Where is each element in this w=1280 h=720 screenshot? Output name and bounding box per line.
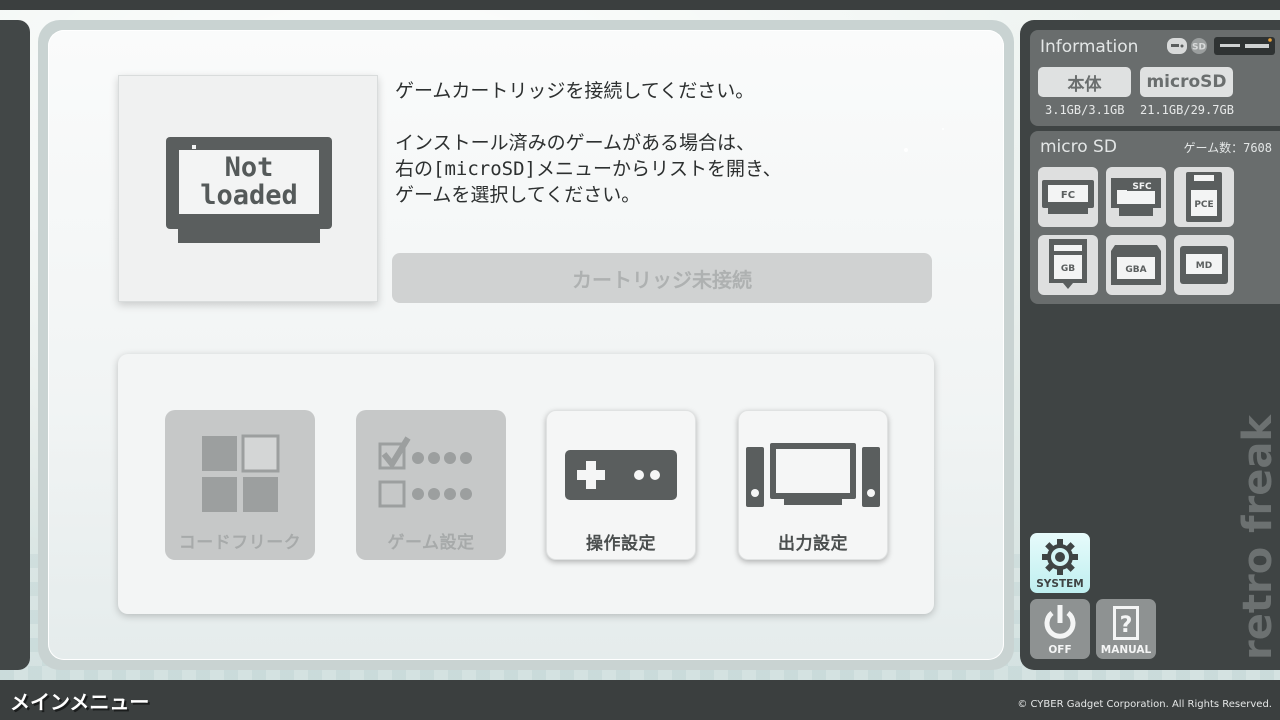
output-settings-tile[interactable]: 出力設定 bbox=[738, 410, 888, 560]
left-edge-panel bbox=[0, 20, 30, 670]
microsd-title: micro SD bbox=[1040, 137, 1117, 157]
off-label: OFF bbox=[1048, 644, 1072, 656]
tv-output-icon bbox=[746, 443, 880, 507]
console-md-label: MD bbox=[1196, 261, 1212, 271]
gb-cartridge-icon: GB bbox=[1049, 239, 1087, 289]
not-loaded-line2: loaded bbox=[200, 180, 298, 211]
game-settings-tile: ゲーム設定 bbox=[356, 410, 506, 560]
controller-settings-tile[interactable]: 操作設定 bbox=[546, 410, 696, 560]
console-pce[interactable]: PCE bbox=[1174, 167, 1234, 227]
code-freak-icon bbox=[202, 434, 280, 512]
system-label: SYSTEM bbox=[1036, 578, 1084, 590]
power-icon bbox=[1044, 605, 1076, 639]
game-settings-icon bbox=[378, 436, 472, 508]
system-button[interactable]: SYSTEM bbox=[1030, 533, 1090, 593]
message-line2: インストール済みのゲームがある場合は、 右の[microSD]メニューからリスト… bbox=[395, 132, 782, 206]
console-sfc[interactable]: SFC bbox=[1106, 167, 1166, 227]
game-count: ゲーム数：7608 bbox=[1183, 141, 1272, 155]
top-bar bbox=[0, 0, 1280, 10]
console-gb-label: GB bbox=[1061, 264, 1075, 274]
output-settings-label: 出力設定 bbox=[778, 534, 848, 554]
console-sfc-label: SFC bbox=[1132, 182, 1152, 192]
manual-label: MANUAL bbox=[1100, 644, 1152, 656]
retro-freak-logo: retro freak bbox=[1237, 414, 1277, 660]
pce-hucard-icon: PCE bbox=[1186, 172, 1222, 222]
connection-status-icons: SD bbox=[1167, 37, 1275, 55]
console-gb[interactable]: GB bbox=[1038, 235, 1098, 295]
copyright-text: © CYBER Gadget Corporation. All Rights R… bbox=[1017, 699, 1272, 710]
md-cartridge-icon: MD bbox=[1180, 246, 1228, 284]
console-fc-label: FC bbox=[1061, 190, 1075, 201]
brand-text: retro freak bbox=[1237, 414, 1277, 660]
instruction-message: ゲームカートリッジを接続してください。 インストール済みのゲームがある場合は、 … bbox=[395, 78, 955, 208]
information-title: Information bbox=[1040, 37, 1139, 57]
console-fc[interactable]: FC bbox=[1038, 167, 1098, 227]
gear-icon bbox=[1042, 539, 1078, 575]
svg-text:?: ? bbox=[1120, 613, 1133, 638]
manual-button[interactable]: ? MANUAL bbox=[1096, 599, 1156, 659]
message-line1: ゲームカートリッジを接続してください。 bbox=[395, 80, 755, 102]
not-loaded-line1: Not bbox=[224, 152, 274, 183]
game-thumbnail: Not loaded bbox=[118, 75, 378, 302]
manual-book-icon: ? bbox=[1113, 606, 1139, 640]
power-off-button[interactable]: OFF bbox=[1030, 599, 1090, 659]
internal-storage-value: 3.1GB/3.1GB bbox=[1045, 103, 1125, 117]
controller-settings-label: 操作設定 bbox=[586, 534, 656, 554]
gba-cartridge-icon: GBA bbox=[1111, 245, 1161, 285]
console-gba-label: GBA bbox=[1125, 265, 1146, 275]
sfc-cartridge-icon: SFC bbox=[1111, 178, 1161, 216]
cartridge-status-button: カートリッジ未接続 bbox=[392, 253, 932, 303]
game-settings-label: ゲーム設定 bbox=[387, 533, 475, 553]
internal-storage-button[interactable]: 本体 bbox=[1038, 67, 1131, 97]
console-gba[interactable]: GBA bbox=[1106, 235, 1166, 295]
screen-title: メインメニュー bbox=[10, 690, 150, 714]
microsd-storage-button[interactable]: microSD bbox=[1140, 67, 1233, 97]
controller-icon bbox=[565, 450, 677, 500]
fc-cartridge-icon: FC bbox=[1042, 180, 1094, 214]
code-freak-label: コードフリーク bbox=[178, 533, 302, 553]
microsd-storage-value: 21.1GB/29.7GB bbox=[1140, 103, 1234, 117]
not-loaded-label: Not loaded bbox=[179, 150, 319, 214]
svg-text:SD: SD bbox=[1192, 43, 1206, 53]
console-pce-label: PCE bbox=[1194, 200, 1213, 210]
code-freak-tile: コードフリーク bbox=[165, 410, 315, 560]
console-md[interactable]: MD bbox=[1174, 235, 1234, 295]
